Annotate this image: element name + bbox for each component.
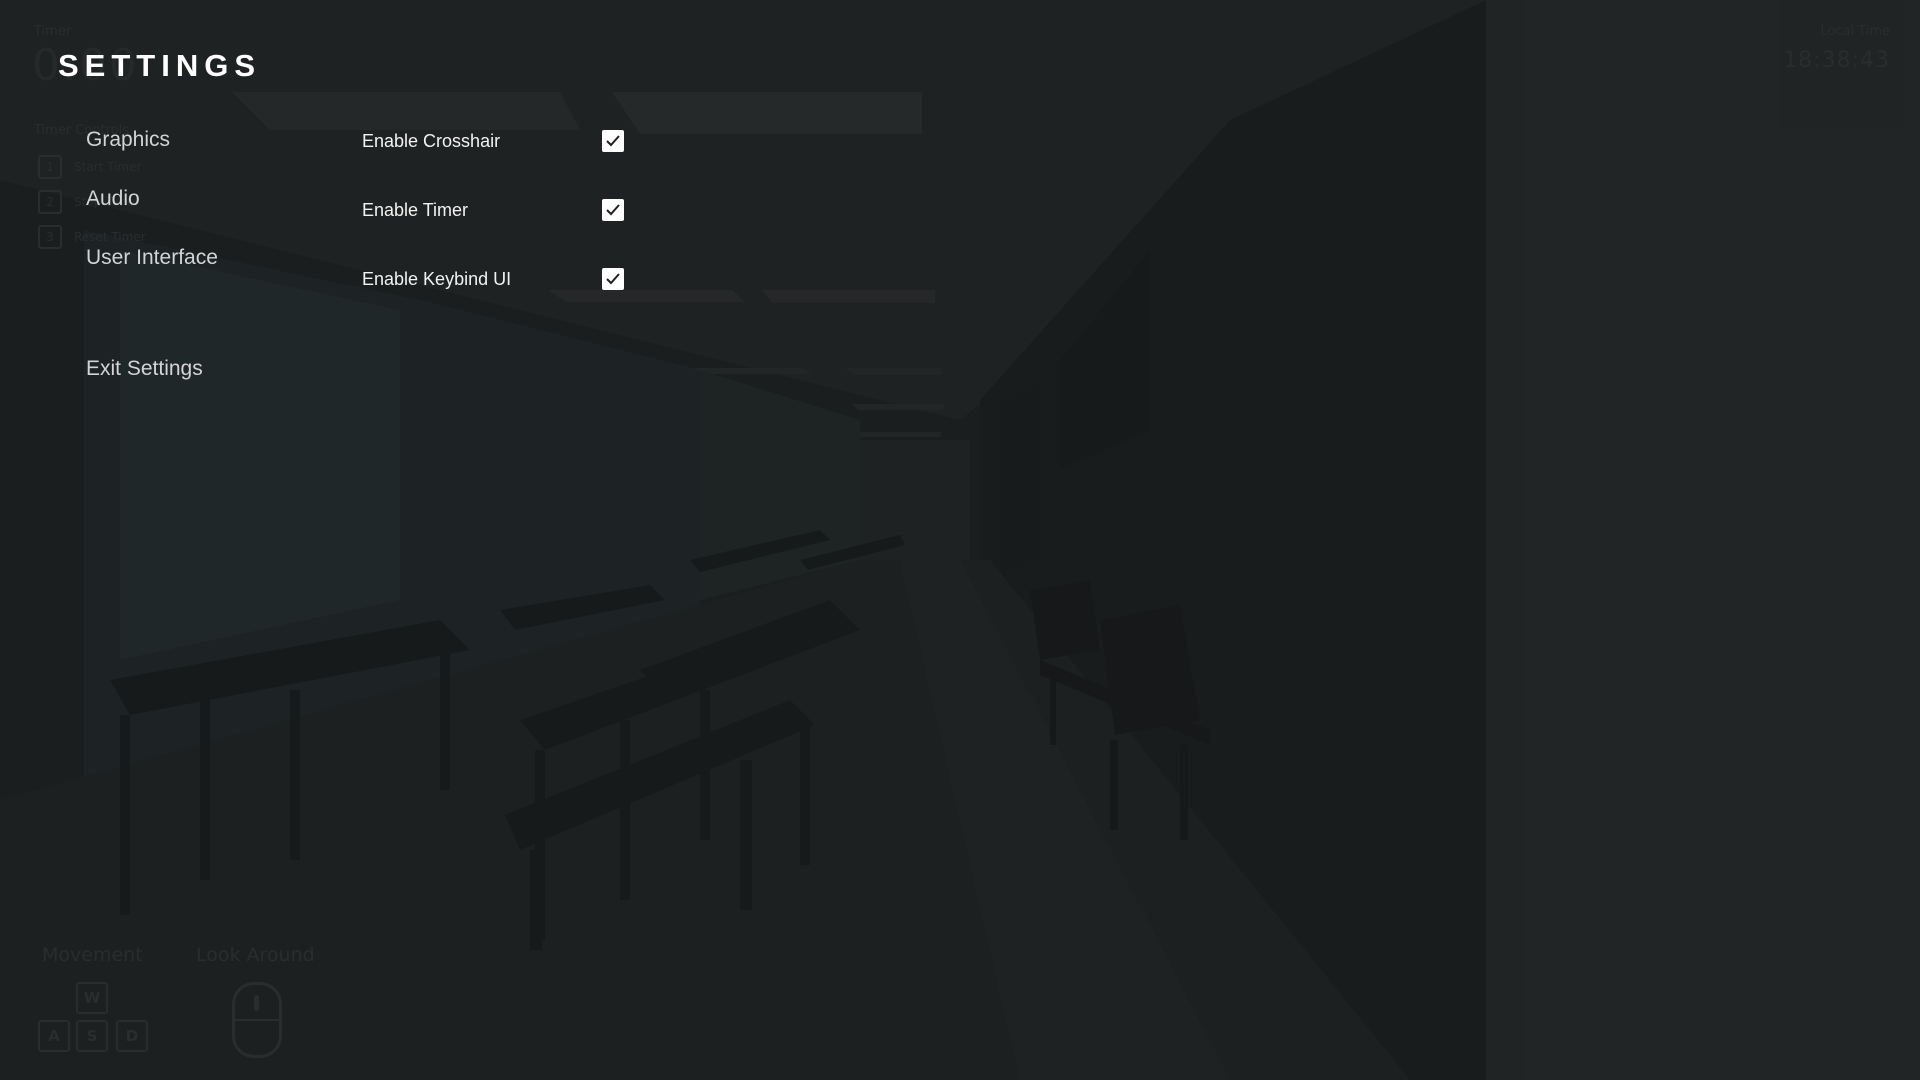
option-label: Enable Crosshair <box>362 130 501 151</box>
checkmark-icon <box>606 204 620 216</box>
checkmark-icon <box>606 273 620 285</box>
option-enable-timer: Enable Timer <box>362 195 624 225</box>
nav-item-graphics[interactable]: Graphics <box>86 128 170 152</box>
nav-item-audio[interactable]: Audio <box>86 187 140 211</box>
exit-settings-button[interactable]: Exit Settings <box>86 357 203 381</box>
option-label: Enable Timer <box>362 199 469 220</box>
timer-checkbox[interactable] <box>602 199 624 221</box>
option-label: Enable Keybind UI <box>362 268 512 289</box>
option-enable-crosshair: Enable Crosshair <box>362 126 624 156</box>
nav-item-user-interface[interactable]: User Interface <box>86 246 218 270</box>
keybind-ui-checkbox[interactable] <box>602 268 624 290</box>
crosshair-checkbox[interactable] <box>602 130 624 152</box>
checkmark-icon <box>606 135 620 147</box>
settings-title: SETTINGS <box>58 48 262 83</box>
option-enable-keybind-ui: Enable Keybind UI <box>362 264 624 294</box>
settings-dim-overlay <box>0 0 1920 1080</box>
